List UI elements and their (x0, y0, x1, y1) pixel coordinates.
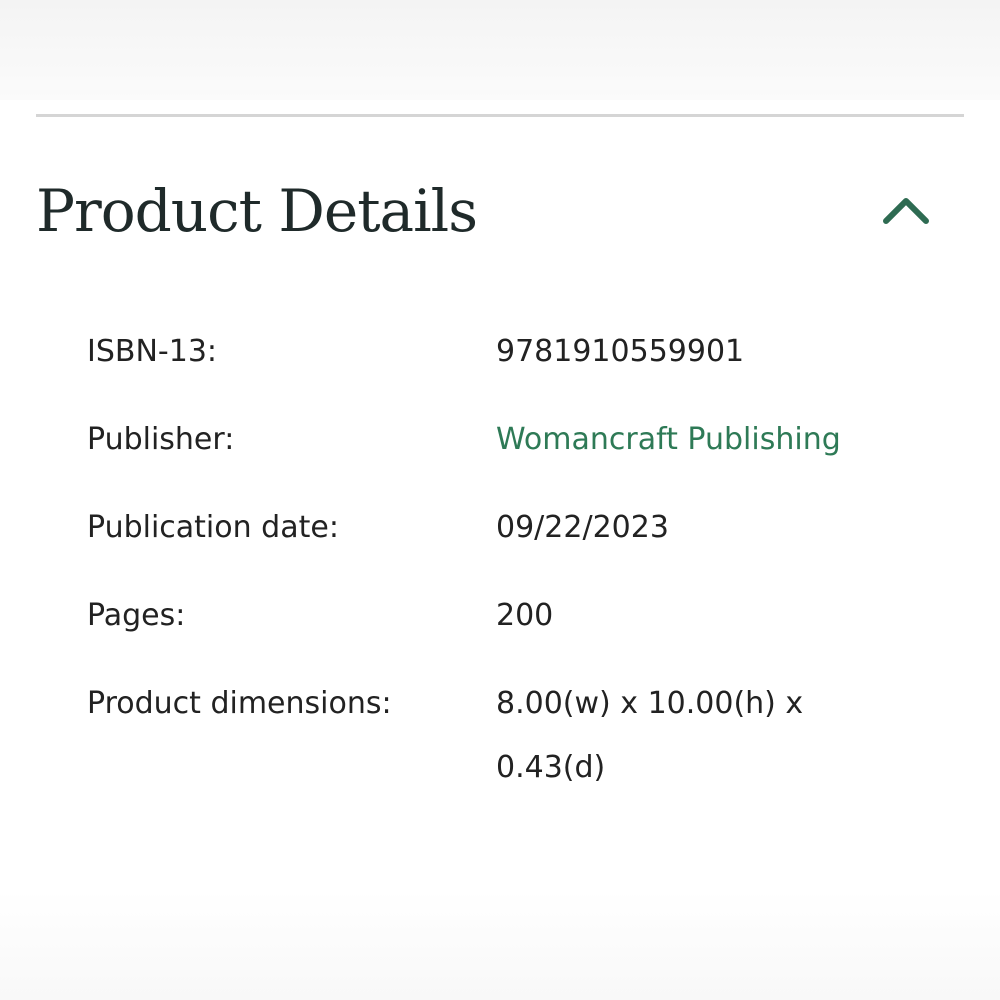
product-details-header[interactable]: Product Details (36, 165, 964, 265)
detail-row-publisher: Publisher: Womancraft Publishing (87, 418, 947, 506)
section-divider (36, 114, 964, 117)
chevron-up-icon[interactable] (872, 175, 940, 235)
section-title: Product Details (36, 177, 478, 245)
detail-row-dimensions: Product dimensions: 8.00(w) x 10.00(h) x… (87, 682, 947, 812)
publisher-label: Publisher: (87, 422, 235, 457)
publisher-link[interactable]: Womancraft Publishing (496, 418, 916, 462)
dimensions-value: 8.00(w) x 10.00(h) x 0.43(d) (496, 686, 804, 785)
product-details-list: ISBN-13: 9781910559901 Publisher: Womanc… (87, 330, 947, 812)
pages-value: 200 (496, 598, 554, 633)
dimensions-label: Product dimensions: (87, 686, 392, 721)
publication-date-label: Publication date: (87, 510, 339, 545)
bottom-fade-background (0, 890, 1000, 1000)
top-fade-background (0, 0, 1000, 100)
detail-row-isbn: ISBN-13: 9781910559901 (87, 330, 947, 418)
publication-date-value: 09/22/2023 (496, 510, 669, 545)
detail-row-publication-date: Publication date: 09/22/2023 (87, 506, 947, 594)
pages-label: Pages: (87, 598, 186, 633)
isbn-label: ISBN-13: (87, 334, 218, 369)
detail-row-pages: Pages: 200 (87, 594, 947, 682)
isbn-value: 9781910559901 (496, 334, 745, 369)
